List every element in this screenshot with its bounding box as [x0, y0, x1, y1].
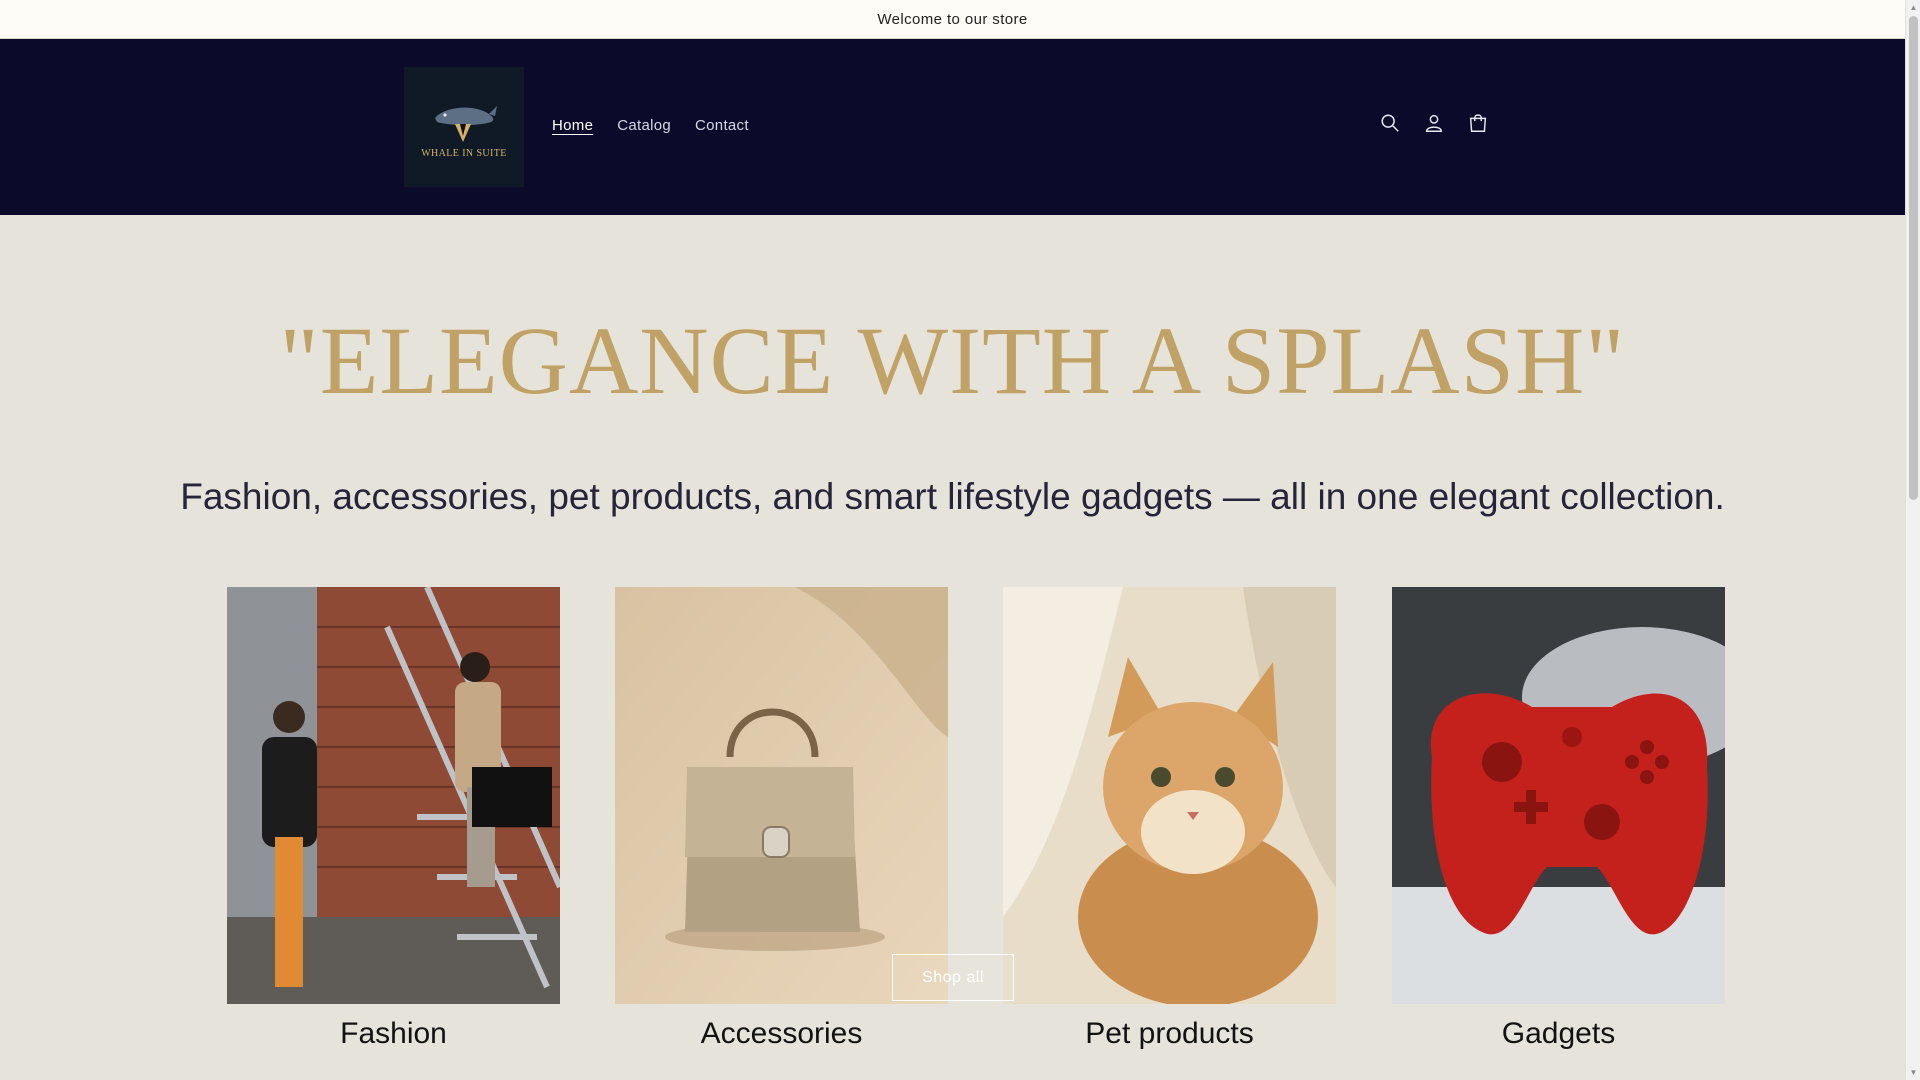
collection-card-accessories[interactable]: Accessories [615, 587, 948, 1050]
nav-home[interactable]: Home [552, 117, 593, 134]
scroll-down-arrow-icon[interactable]: ▼ [1909, 1068, 1918, 1077]
hero-title: "ELEGANCE WITH A SPLASH" [279, 307, 1626, 414]
fashion-image[interactable] [227, 587, 560, 1004]
main-nav: Home Catalog Contact [552, 117, 749, 134]
collection-card-gadgets[interactable]: Gadgets [1392, 587, 1725, 1050]
announcement-bar: Welcome to our store [0, 0, 1905, 39]
shop-all-button[interactable]: Shop all [892, 954, 1014, 1001]
nav-catalog[interactable]: Catalog [617, 117, 671, 134]
site-header: WHALE IN SUITE Home Catalog Contact [0, 39, 1905, 215]
pet-products-image[interactable] [1003, 587, 1336, 1004]
gadgets-image[interactable] [1392, 587, 1725, 1004]
collection-label-gadgets[interactable]: Gadgets [1392, 1017, 1725, 1051]
account-icon[interactable] [1422, 111, 1446, 135]
accessories-image[interactable] [615, 587, 948, 1004]
cart-icon[interactable] [1466, 111, 1490, 135]
hero-subtitle: Fashion, accessories, pet products, and … [180, 476, 1725, 517]
scroll-thumb[interactable] [1909, 16, 1918, 500]
page-scrollbar[interactable]: ▲ ▼ [1905, 0, 1920, 1080]
collection-label-pet-products[interactable]: Pet products [1003, 1017, 1336, 1051]
header-icons [1378, 111, 1490, 135]
announcement-text: Welcome to our store [877, 10, 1028, 28]
collection-card-pet-products[interactable]: Pet products [1003, 587, 1336, 1050]
logo-text: WHALE IN SUITE [421, 147, 507, 159]
collection-label-accessories[interactable]: Accessories [615, 1017, 948, 1051]
collection-card-fashion[interactable]: Fashion [227, 587, 560, 1050]
scroll-up-arrow-icon[interactable]: ▲ [1909, 3, 1918, 12]
nav-contact[interactable]: Contact [695, 117, 749, 134]
collection-label-fashion[interactable]: Fashion [227, 1017, 560, 1051]
search-icon[interactable] [1378, 111, 1402, 135]
whale-logo-icon [435, 105, 497, 142]
store-logo[interactable]: WHALE IN SUITE [404, 67, 524, 187]
